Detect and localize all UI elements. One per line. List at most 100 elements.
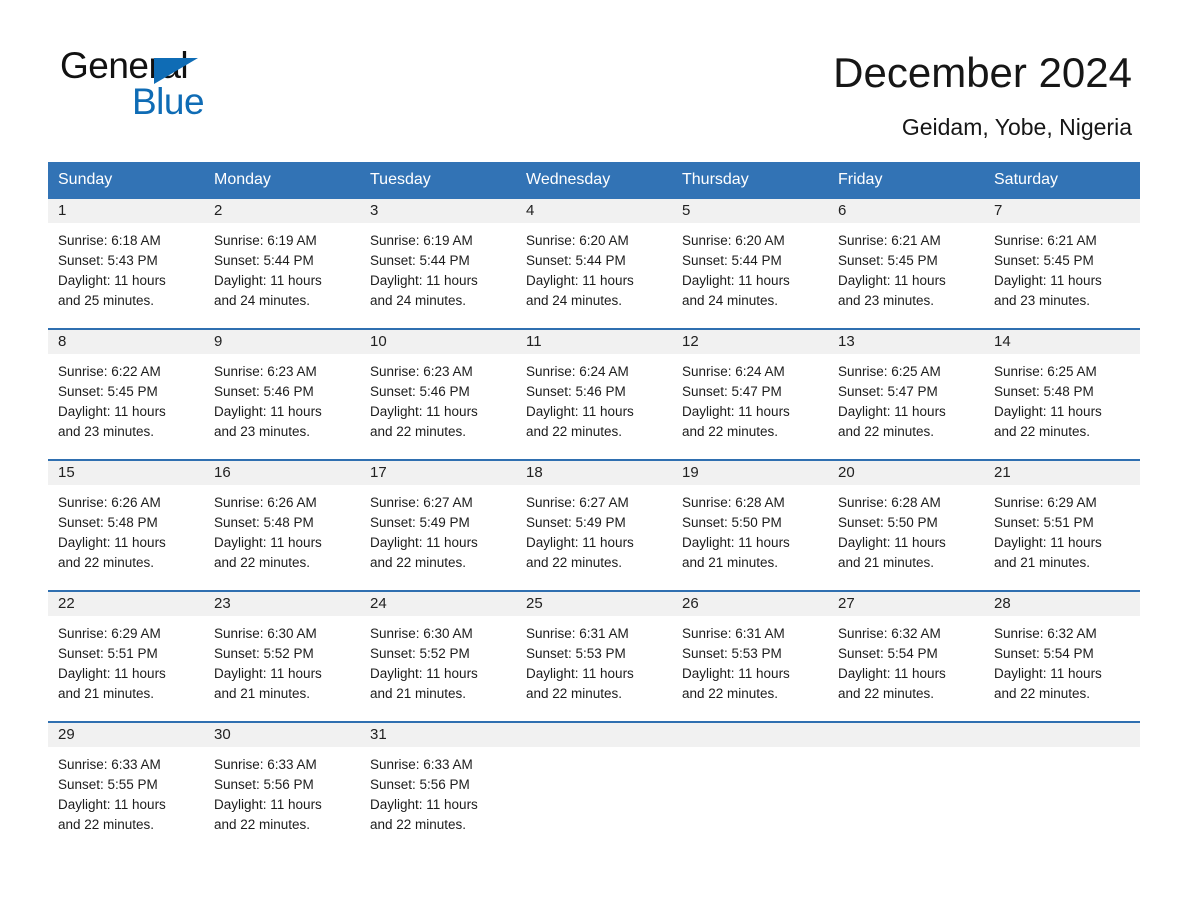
- day-number-band: 13: [828, 330, 984, 354]
- calendar-day-cell[interactable]: 8 Sunrise: 6:22 AM Sunset: 5:45 PM Daylight…: [48, 330, 204, 448]
- sunset-time: Sunset: 5:54 PM: [994, 646, 1094, 661]
- calendar-day-cell[interactable]: 18 Sunrise: 6:27 AM Sunset: 5:49 PM Dayligh…: [516, 461, 672, 579]
- day-details: [672, 747, 828, 755]
- calendar-day-cell[interactable]: 20 Sunrise: 6:28 AM Sunset: 5:50 PM Dayligh…: [828, 461, 984, 579]
- calendar-day-cell[interactable]: 16 Sunrise: 6:26 AM Sunset: 5:48 PM Dayligh…: [204, 461, 360, 579]
- sunrise-time: Sunrise: 6:27 AM: [526, 495, 629, 510]
- calendar-day-cell[interactable]: 14 Sunrise: 6:25 AM Sunset: 5:48 PM Dayligh…: [984, 330, 1140, 448]
- daylight-duration-line1: Daylight: 11 hours: [994, 404, 1102, 419]
- calendar-day-cell[interactable]: 27 Sunrise: 6:32 AM Sunset: 5:54 PM Dayligh…: [828, 592, 984, 710]
- sunrise-time: Sunrise: 6:19 AM: [214, 233, 317, 248]
- calendar-day-cell[interactable]: 5 Sunrise: 6:20 AM Sunset: 5:44 PM Daylight…: [672, 199, 828, 317]
- calendar-day-empty: [828, 723, 984, 841]
- daylight-duration-line1: Daylight: 11 hours: [370, 666, 478, 681]
- weekday-wednesday: Wednesday: [526, 171, 611, 188]
- sunset-time: Sunset: 5:54 PM: [838, 646, 938, 661]
- calendar-week-row: 1 Sunrise: 6:18 AM Sunset: 5:43 PM Daylight…: [48, 199, 1140, 317]
- day-number-band: 17: [360, 461, 516, 485]
- calendar-day-cell[interactable]: 28 Sunrise: 6:32 AM Sunset: 5:54 PM Dayligh…: [984, 592, 1140, 710]
- daylight-duration-line2: and 21 minutes.: [994, 555, 1091, 570]
- day-number: 8: [58, 333, 67, 350]
- day-details: Sunrise: 6:19 AM Sunset: 5:44 PM Daylight:…: [204, 223, 360, 311]
- day-details: Sunrise: 6:28 AM Sunset: 5:50 PM Daylight:…: [672, 485, 828, 573]
- day-number-band: 26: [672, 592, 828, 616]
- calendar-day-cell[interactable]: 21 Sunrise: 6:29 AM Sunset: 5:51 PM Dayligh…: [984, 461, 1140, 579]
- daylight-duration-line1: Daylight: 11 hours: [370, 404, 478, 419]
- daylight-duration-line1: Daylight: 11 hours: [994, 666, 1102, 681]
- daylight-duration-line1: Daylight: 11 hours: [214, 535, 322, 550]
- calendar-day-cell[interactable]: 6 Sunrise: 6:21 AM Sunset: 5:45 PM Daylight…: [828, 199, 984, 317]
- calendar-day-cell[interactable]: 26 Sunrise: 6:31 AM Sunset: 5:53 PM Dayligh…: [672, 592, 828, 710]
- calendar-day-cell[interactable]: 13 Sunrise: 6:25 AM Sunset: 5:47 PM Dayligh…: [828, 330, 984, 448]
- logo-text-blue: Blue: [132, 81, 205, 122]
- sunrise-time: Sunrise: 6:33 AM: [370, 757, 473, 772]
- day-number: 11: [526, 333, 542, 350]
- calendar-page: General Blue December 2024 Geidam, Yobe,…: [0, 0, 1188, 918]
- sunrise-time: Sunrise: 6:24 AM: [526, 364, 629, 379]
- daylight-duration-line1: Daylight: 11 hours: [58, 666, 166, 681]
- general-blue-logo: General Blue: [58, 46, 318, 130]
- calendar-day-cell[interactable]: 1 Sunrise: 6:18 AM Sunset: 5:43 PM Daylight…: [48, 199, 204, 317]
- sunset-time: Sunset: 5:46 PM: [370, 384, 470, 399]
- calendar-day-cell[interactable]: 30 Sunrise: 6:33 AM Sunset: 5:56 PM Dayligh…: [204, 723, 360, 841]
- day-details: Sunrise: 6:32 AM Sunset: 5:54 PM Daylight:…: [984, 616, 1140, 704]
- day-number: 2: [214, 202, 223, 219]
- calendar-day-cell[interactable]: 2 Sunrise: 6:19 AM Sunset: 5:44 PM Daylight…: [204, 199, 360, 317]
- daylight-duration-line1: Daylight: 11 hours: [526, 535, 634, 550]
- calendar-day-cell[interactable]: 23 Sunrise: 6:30 AM Sunset: 5:52 PM Dayligh…: [204, 592, 360, 710]
- sunset-time: Sunset: 5:45 PM: [58, 384, 158, 399]
- sunset-time: Sunset: 5:45 PM: [994, 253, 1094, 268]
- daylight-duration-line1: Daylight: 11 hours: [838, 535, 946, 550]
- calendar-day-cell[interactable]: 17 Sunrise: 6:27 AM Sunset: 5:49 PM Dayligh…: [360, 461, 516, 579]
- sunset-time: Sunset: 5:48 PM: [994, 384, 1094, 399]
- calendar-day-cell[interactable]: 7 Sunrise: 6:21 AM Sunset: 5:45 PM Daylight…: [984, 199, 1140, 317]
- sunrise-time: Sunrise: 6:32 AM: [838, 626, 941, 641]
- daylight-duration-line1: Daylight: 11 hours: [838, 404, 946, 419]
- day-details: Sunrise: 6:29 AM Sunset: 5:51 PM Daylight:…: [48, 616, 204, 704]
- sunrise-time: Sunrise: 6:18 AM: [58, 233, 161, 248]
- calendar-day-cell[interactable]: 10 Sunrise: 6:23 AM Sunset: 5:46 PM Dayligh…: [360, 330, 516, 448]
- sunset-time: Sunset: 5:44 PM: [526, 253, 626, 268]
- sunrise-time: Sunrise: 6:27 AM: [370, 495, 473, 510]
- day-details: Sunrise: 6:19 AM Sunset: 5:44 PM Daylight:…: [360, 223, 516, 311]
- daylight-duration-line1: Daylight: 11 hours: [58, 273, 166, 288]
- calendar-day-cell[interactable]: 9 Sunrise: 6:23 AM Sunset: 5:46 PM Daylight…: [204, 330, 360, 448]
- weekday-thursday: Thursday: [682, 171, 749, 188]
- day-details: Sunrise: 6:27 AM Sunset: 5:49 PM Daylight:…: [516, 485, 672, 573]
- daylight-duration-line2: and 21 minutes.: [370, 686, 467, 701]
- daylight-duration-line1: Daylight: 11 hours: [526, 666, 634, 681]
- day-number-band: 23: [204, 592, 360, 616]
- calendar-day-cell[interactable]: 12 Sunrise: 6:24 AM Sunset: 5:47 PM Dayligh…: [672, 330, 828, 448]
- day-number-band: 10: [360, 330, 516, 354]
- daylight-duration-line1: Daylight: 11 hours: [682, 273, 790, 288]
- sunrise-time: Sunrise: 6:24 AM: [682, 364, 785, 379]
- daylight-duration-line1: Daylight: 11 hours: [370, 535, 478, 550]
- calendar-day-cell[interactable]: 4 Sunrise: 6:20 AM Sunset: 5:44 PM Daylight…: [516, 199, 672, 317]
- day-details: Sunrise: 6:20 AM Sunset: 5:44 PM Daylight:…: [672, 223, 828, 311]
- daylight-duration-line2: and 22 minutes.: [682, 686, 779, 701]
- day-number-band: 29: [48, 723, 204, 747]
- daylight-duration-line2: and 21 minutes.: [58, 686, 155, 701]
- daylight-duration-line2: and 22 minutes.: [838, 686, 935, 701]
- day-number: 9: [214, 333, 223, 350]
- calendar-day-cell[interactable]: 11 Sunrise: 6:24 AM Sunset: 5:46 PM Dayligh…: [516, 330, 672, 448]
- calendar-day-cell[interactable]: 19 Sunrise: 6:28 AM Sunset: 5:50 PM Dayligh…: [672, 461, 828, 579]
- day-number: 24: [370, 595, 387, 612]
- calendar-day-cell[interactable]: 31 Sunrise: 6:33 AM Sunset: 5:56 PM Dayligh…: [360, 723, 516, 841]
- sunset-time: Sunset: 5:48 PM: [214, 515, 314, 530]
- calendar-day-cell[interactable]: 29 Sunrise: 6:33 AM Sunset: 5:55 PM Dayligh…: [48, 723, 204, 841]
- day-number-band: 14: [984, 330, 1140, 354]
- sunset-time: Sunset: 5:56 PM: [370, 777, 470, 792]
- calendar-day-cell[interactable]: 22 Sunrise: 6:29 AM Sunset: 5:51 PM Dayligh…: [48, 592, 204, 710]
- calendar-day-cell[interactable]: 24 Sunrise: 6:30 AM Sunset: 5:52 PM Dayligh…: [360, 592, 516, 710]
- day-number: 15: [58, 464, 75, 481]
- calendar-day-cell[interactable]: 3 Sunrise: 6:19 AM Sunset: 5:44 PM Daylight…: [360, 199, 516, 317]
- sunrise-time: Sunrise: 6:28 AM: [682, 495, 785, 510]
- daylight-duration-line1: Daylight: 11 hours: [682, 535, 790, 550]
- calendar-day-cell[interactable]: 15 Sunrise: 6:26 AM Sunset: 5:48 PM Dayligh…: [48, 461, 204, 579]
- daylight-duration-line2: and 22 minutes.: [58, 555, 155, 570]
- day-number-band: 24: [360, 592, 516, 616]
- daylight-duration-line1: Daylight: 11 hours: [526, 404, 634, 419]
- calendar-weeks: 1 Sunrise: 6:18 AM Sunset: 5:43 PM Daylight…: [48, 199, 1140, 841]
- calendar-day-cell[interactable]: 25 Sunrise: 6:31 AM Sunset: 5:53 PM Dayligh…: [516, 592, 672, 710]
